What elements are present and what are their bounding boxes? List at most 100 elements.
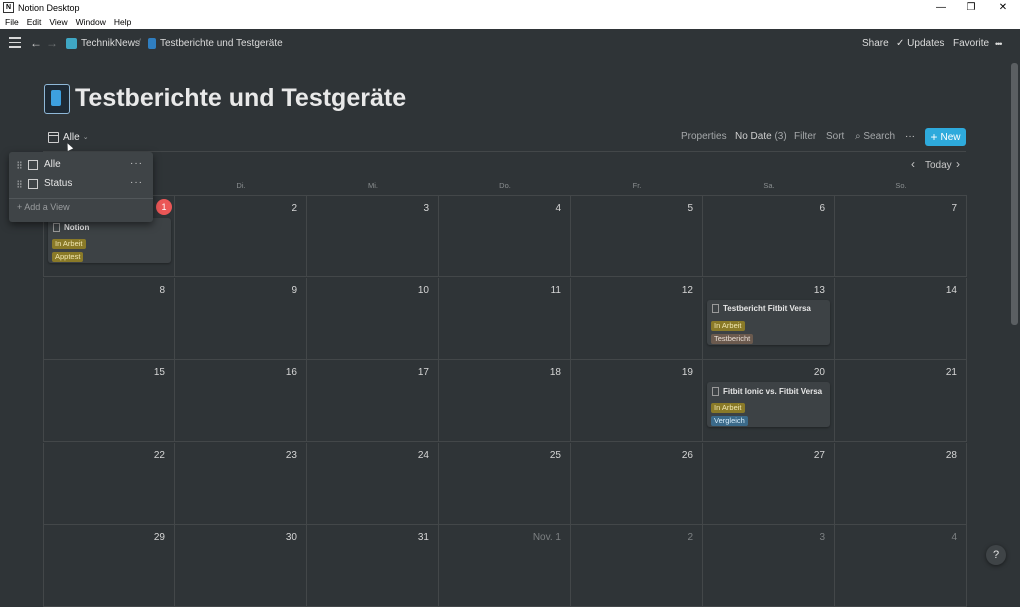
calendar-day-cell[interactable]: 10 (307, 277, 439, 360)
new-button[interactable]: + New (925, 128, 966, 146)
menu-edit[interactable]: Edit (27, 17, 42, 27)
calendar-card[interactable]: Notion In Arbeit Apptest (48, 218, 171, 263)
sidebar-toggle-icon[interactable] (9, 37, 21, 49)
day-number: 10 (417, 284, 429, 296)
calendar-day-cell[interactable]: 6 (703, 195, 835, 277)
no-date-button[interactable]: No Date (3) (735, 131, 787, 142)
calendar-day-cell[interactable]: 21 (835, 360, 967, 442)
view-dropdown-menu: Alle ··· Status ··· + Add a View (9, 152, 153, 222)
calendar-day-cell[interactable]: 23 (175, 442, 307, 525)
calendar-day-cell[interactable]: Nov. 1 (439, 525, 571, 607)
board-view-icon (28, 178, 38, 189)
calendar-day-cell[interactable]: 27 (703, 442, 835, 525)
day-number: 29 (153, 532, 165, 543)
minimize-button[interactable]: — (926, 0, 956, 15)
calendar-day-cell[interactable]: 2 (571, 525, 703, 607)
scrollbar-thumb[interactable] (1011, 63, 1018, 325)
calendar-day-cell[interactable]: 3 (703, 525, 835, 607)
day-number: 11 (550, 284, 561, 296)
tag-row: In Arbeit (711, 397, 830, 413)
calendar-card[interactable]: Testbericht Fitbit Versa In Arbeit Testber… (707, 299, 830, 345)
menu-view[interactable]: View (49, 17, 67, 27)
favorite-button[interactable]: Favorite (953, 38, 989, 49)
calendar-day-cell[interactable]: 25 (439, 442, 571, 525)
search-button[interactable]: ⌕ Search (855, 131, 895, 142)
calendar-day-cell[interactable]: 28 (835, 442, 967, 525)
calendar-day-cell[interactable]: 9 (175, 277, 307, 360)
help-button[interactable]: ? (986, 545, 1006, 565)
properties-button[interactable]: Properties (681, 131, 727, 142)
calendar-day-cell[interactable]: 31 (307, 525, 439, 607)
calendar-day-cell[interactable]: 18 (439, 360, 571, 442)
calendar-day-cell[interactable]: 30 (175, 525, 307, 607)
page-icon (148, 38, 156, 49)
today-button[interactable]: Today (925, 160, 952, 171)
calendar-view-icon (48, 131, 59, 143)
day-number: 25 (549, 449, 561, 461)
view-option-status[interactable]: Status ··· (9, 175, 153, 192)
filter-button[interactable]: Filter (794, 131, 816, 142)
next-month-icon[interactable]: › (956, 157, 960, 171)
weekday-label: Sa. (763, 181, 775, 190)
calendar-day-cell[interactable]: 14 (835, 277, 967, 360)
drag-handle-icon[interactable] (17, 160, 22, 169)
calendar-day-cell[interactable]: 22 (43, 442, 175, 525)
calendar-day-cell[interactable]: 2 (175, 195, 307, 277)
calendar-card[interactable]: Fitbit Ionic vs. Fitbit Versa In Arbeit Ve… (707, 382, 830, 427)
back-arrow-icon[interactable]: ← (30, 36, 42, 50)
prev-month-icon[interactable]: ‹ (911, 157, 915, 171)
calendar-day-cell[interactable]: 15 (43, 360, 175, 442)
more-toolbar-icon[interactable]: ··· (905, 131, 915, 142)
calendar-day-cell[interactable]: 11 (439, 277, 571, 360)
page-topbar: ← → TechnikNews / Testberichte und Testg… (0, 29, 1020, 59)
weekday-label: Mi. (368, 181, 378, 190)
updates-label: Updates (907, 38, 945, 49)
share-button[interactable]: Share (862, 38, 889, 49)
forward-arrow-icon[interactable]: → (46, 36, 58, 50)
status-tag: Apptest (52, 252, 84, 262)
breadcrumb-page[interactable]: Testberichte und Testgeräte (148, 38, 283, 49)
calendar-day-cell[interactable]: 26 (571, 442, 703, 525)
calendar-day-cell[interactable]: 7 (835, 195, 967, 277)
day-number: 15 (153, 367, 165, 378)
calendar-day-cell[interactable]: 24 (307, 442, 439, 525)
calendar-day-cell[interactable]: 4 (439, 195, 571, 277)
tag-row: Vergleich (711, 410, 830, 426)
view-option-alle[interactable]: Alle ··· (9, 156, 153, 173)
calendar-day-cell[interactable]: 8 (43, 277, 175, 360)
menu-file[interactable]: File (5, 17, 19, 27)
more-options-icon[interactable]: ••• (995, 39, 1003, 49)
menu-window[interactable]: Window (76, 17, 106, 27)
day-number: 5 (687, 203, 693, 214)
view-option-more-icon[interactable]: ··· (130, 177, 143, 188)
day-number: 19 (681, 367, 693, 378)
maximize-button[interactable]: ❐ (956, 0, 986, 15)
updates-button[interactable]: ✓ Updates (896, 38, 944, 49)
page-title[interactable]: Testberichte und Testgeräte (75, 84, 406, 113)
calendar-day-cell[interactable]: 20 Fitbit Ionic vs. Fitbit Versa In Arbeit… (703, 360, 835, 442)
drag-handle-icon[interactable] (17, 179, 22, 188)
day-number: 13 (813, 284, 825, 296)
sort-button[interactable]: Sort (826, 131, 844, 142)
calendar-day-cell[interactable]: 16 (175, 360, 307, 442)
calendar-day-cell[interactable]: 29 (43, 525, 175, 607)
menu-help[interactable]: Help (114, 17, 131, 27)
no-date-label: No Date (735, 131, 772, 142)
day-number: 21 (945, 367, 957, 378)
calendar-day-cell[interactable]: 4 (835, 525, 967, 607)
calendar-day-cell[interactable]: 17 (307, 360, 439, 442)
calendar-day-cell[interactable]: 12 (571, 277, 703, 360)
calendar-day-cell[interactable]: 13 Testbericht Fitbit Versa In Arbeit Testb… (703, 277, 835, 360)
close-button[interactable]: ✕ (988, 0, 1018, 15)
page-emoji-icon[interactable] (44, 84, 70, 114)
day-number: 22 (153, 449, 165, 461)
breadcrumb-workspace[interactable]: TechnikNews (66, 38, 140, 49)
day-number: 12 (681, 284, 693, 296)
tag-row: In Arbeit (52, 233, 171, 249)
calendar-day-cell[interactable]: 19 (571, 360, 703, 442)
add-view-button[interactable]: + Add a View (17, 202, 70, 212)
view-option-more-icon[interactable]: ··· (130, 158, 143, 169)
calendar-day-cell[interactable]: 3 (307, 195, 439, 277)
workspace-icon (66, 38, 77, 49)
calendar-day-cell[interactable]: 5 (571, 195, 703, 277)
